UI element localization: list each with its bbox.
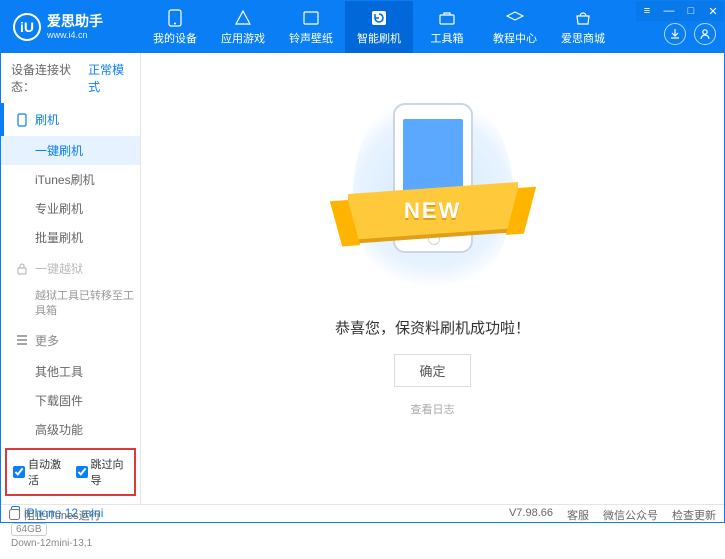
nav-store[interactable]: 爱思商城 (549, 1, 617, 53)
titlebar: iU 爱思助手 www.i4.cn 我的设备 应用游戏 铃声壁纸 智能刷机 工具… (1, 1, 724, 53)
nav-toolbox[interactable]: 工具箱 (413, 1, 481, 53)
refresh-icon (370, 9, 388, 27)
ok-button[interactable]: 确定 (394, 354, 470, 387)
storage-badge: 64GB (11, 523, 47, 536)
nav-flash[interactable]: 智能刷机 (345, 1, 413, 53)
apps-icon (234, 9, 252, 27)
nav-my-device[interactable]: 我的设备 (141, 1, 209, 53)
menu-icon[interactable]: ≡ (636, 1, 658, 21)
service-link[interactable]: 客服 (567, 507, 589, 523)
nav-tutorials[interactable]: 教程中心 (481, 1, 549, 53)
sub-download-firmware[interactable]: 下载固件 (35, 386, 140, 415)
sub-batch-flash[interactable]: 批量刷机 (35, 223, 140, 252)
main-nav: 我的设备 应用游戏 铃声壁纸 智能刷机 工具箱 教程中心 爱思商城 (141, 1, 617, 53)
phone-small-icon (15, 113, 29, 127)
app-url: www.i4.cn (47, 30, 103, 40)
list-icon (15, 333, 29, 347)
sub-itunes-flash[interactable]: iTunes刷机 (35, 165, 140, 194)
sidebar: 设备连接状态： 正常模式 刷机 一键刷机 iTunes刷机 专业刷机 批量刷机 … (1, 53, 141, 504)
close-button[interactable]: ✕ (702, 1, 724, 21)
nav-apps[interactable]: 应用游戏 (209, 1, 277, 53)
skip-guide-checkbox[interactable]: 跳过向导 (76, 456, 129, 488)
minimize-button[interactable]: — (658, 1, 680, 21)
success-message: 恭喜您，保资料刷机成功啦！ (335, 317, 530, 338)
sub-advanced[interactable]: 高级功能 (35, 415, 140, 444)
logo-area: iU 爱思助手 www.i4.cn (1, 13, 141, 41)
sub-one-click-flash[interactable]: 一键刷机 (1, 136, 140, 165)
menu-flash[interactable]: 刷机 (1, 103, 140, 136)
nav-ringtones[interactable]: 铃声壁纸 (277, 1, 345, 53)
logo-icon: iU (13, 13, 41, 41)
options-row: 自动激活 跳过向导 (5, 448, 136, 496)
graduation-icon (506, 9, 524, 27)
download-button[interactable] (664, 23, 686, 45)
phone-icon (166, 9, 184, 27)
view-log-link[interactable]: 查看日志 (411, 401, 455, 417)
sub-pro-flash[interactable]: 专业刷机 (35, 194, 140, 223)
toolbox-icon (438, 9, 456, 27)
lock-icon (15, 262, 29, 276)
menu-more[interactable]: 更多 (1, 324, 140, 357)
maximize-button[interactable]: □ (680, 1, 702, 21)
jailbreak-note: 越狱工具已转移至工具箱 (35, 285, 140, 324)
sub-other-tools[interactable]: 其他工具 (35, 357, 140, 386)
user-button[interactable] (694, 23, 716, 45)
app-name: 爱思助手 (47, 14, 103, 29)
connection-status: 设备连接状态： 正常模式 (1, 53, 140, 103)
wechat-link[interactable]: 微信公众号 (603, 507, 658, 523)
window-controls: ≡ — □ ✕ (636, 1, 724, 21)
wallpaper-icon (302, 9, 320, 27)
block-itunes-checkbox[interactable]: 阻止iTunes运行 (9, 507, 101, 523)
menu-jailbreak[interactable]: 一键越狱 (1, 252, 140, 285)
success-illustration: NEW (363, 93, 503, 293)
store-icon (574, 9, 592, 27)
version-label: V7.98.66 (509, 507, 553, 523)
auto-activate-checkbox[interactable]: 自动激活 (13, 456, 66, 488)
main-content: NEW 恭喜您，保资料刷机成功啦！ 确定 查看日志 (141, 53, 724, 504)
device-model: Down-12mini-13,1 (11, 538, 130, 549)
update-link[interactable]: 检查更新 (672, 507, 716, 523)
